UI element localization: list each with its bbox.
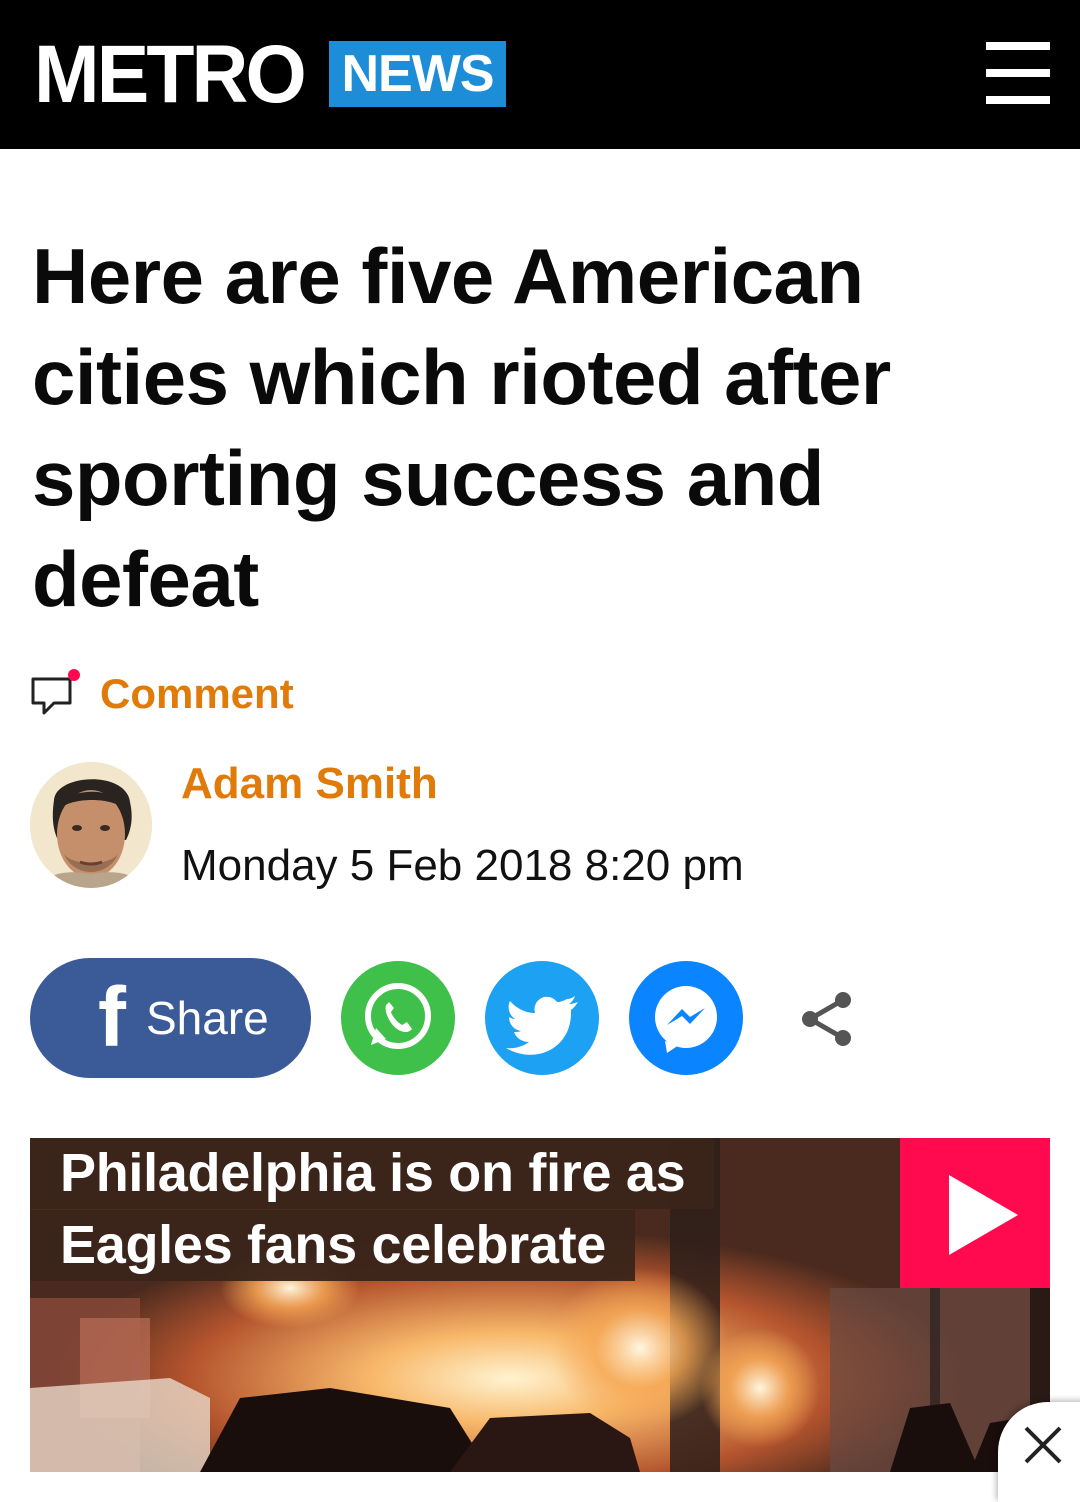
play-icon (949, 1175, 1018, 1255)
close-ad-button[interactable] (998, 1402, 1080, 1502)
facebook-share-button[interactable]: f Share (30, 958, 311, 1078)
publish-date: Monday 5 Feb 2018 8:20 pm (181, 841, 744, 890)
metro-logo[interactable]: METRO (34, 30, 307, 120)
top-navigation-bar: METRO NEWS (0, 0, 1080, 149)
video-player[interactable]: Philadelphia is on fire as Eagles fans c… (30, 1138, 1050, 1472)
author-avatar[interactable] (30, 762, 152, 888)
hamburger-menu-icon[interactable] (986, 42, 1050, 104)
messenger-share-button[interactable] (629, 961, 743, 1075)
comment-label: Comment (100, 670, 294, 717)
play-button[interactable] (900, 1138, 1050, 1288)
video-caption-line2: Eagles fans celebrate (30, 1210, 635, 1281)
messenger-icon (655, 986, 717, 1053)
facebook-icon: f (98, 970, 126, 1064)
video-caption-line1: Philadelphia is on fire as (30, 1138, 715, 1209)
speech-bubble-icon (31, 669, 80, 715)
author-name[interactable]: Adam Smith (181, 752, 438, 816)
news-section-badge[interactable]: NEWS (329, 41, 506, 107)
share-icon[interactable] (790, 983, 860, 1053)
twitter-share-button[interactable] (485, 961, 599, 1075)
twitter-icon (506, 996, 578, 1055)
comment-link[interactable]: Comment (30, 664, 294, 724)
article-headline: Here are five American cities which riot… (32, 232, 891, 623)
close-icon (1024, 1426, 1062, 1464)
whatsapp-share-button[interactable] (341, 961, 455, 1075)
whatsapp-icon (365, 983, 431, 1049)
facebook-share-label: Share (146, 992, 269, 1044)
